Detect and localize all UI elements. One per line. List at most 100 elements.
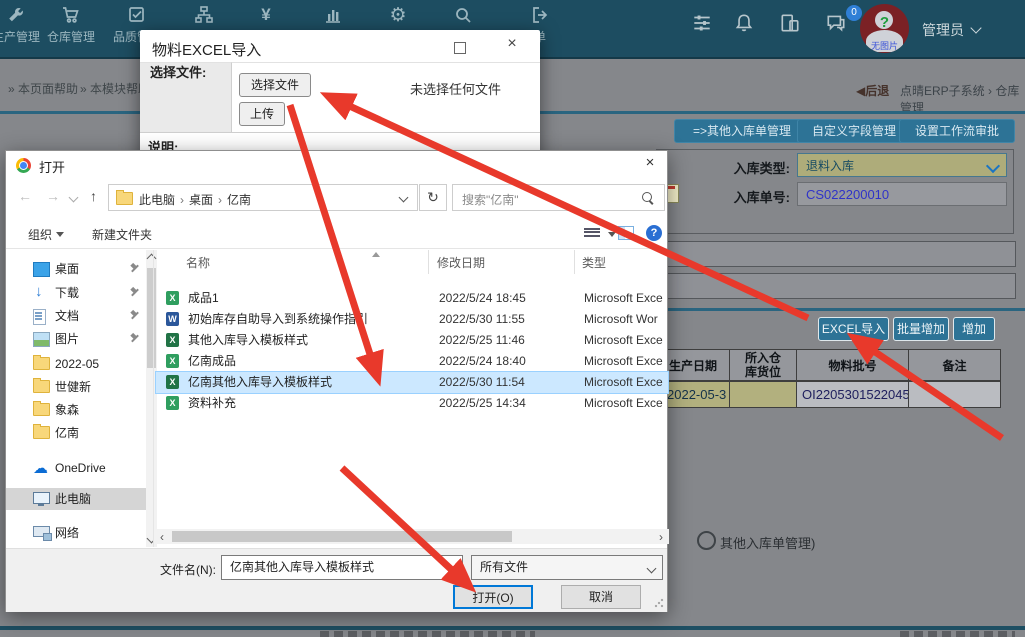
pin-icon — [130, 334, 139, 343]
view-chevron-icon[interactable] — [608, 232, 616, 237]
user-menu[interactable]: 管理员 — [922, 20, 980, 40]
sidebar-item-icon — [33, 262, 50, 277]
sidebar-item[interactable]: 图片 — [6, 328, 146, 350]
nav-search[interactable] — [433, 5, 493, 28]
nav-finance[interactable]: ¥ — [236, 5, 296, 28]
file-row[interactable]: 亿南其他入库导入模板样式 2022/5/30 11:54 Microsoft E… — [156, 372, 668, 393]
open-button[interactable]: 打开(O) — [453, 585, 533, 609]
radio-button[interactable] — [697, 531, 716, 550]
inbound-type-label: 入库类型: — [660, 158, 790, 177]
back-icon: ◀ — [856, 84, 865, 98]
bell-icon — [733, 12, 755, 34]
chat-icon — [825, 12, 847, 34]
preview-pane-icon[interactable] — [618, 226, 634, 240]
nav-settings[interactable]: ⚙ — [368, 5, 428, 28]
yen-icon: ¥ — [261, 5, 270, 24]
excel-import-button[interactable]: EXCEL导入 — [818, 317, 889, 341]
nav-warehouse[interactable]: 仓库管理 — [41, 5, 101, 45]
search-icon — [642, 192, 652, 202]
forward-icon[interactable]: → — [46, 188, 60, 204]
workflow-approve-button[interactable]: 设置工作流审批 — [899, 119, 1015, 143]
file-row[interactable]: 其他入库导入模板样式 2022/5/25 11:46 Microsoft Exc… — [156, 330, 668, 351]
sidebar-item[interactable]: 桌面 — [6, 258, 146, 280]
inbound-no-label: 入库单号: — [660, 187, 790, 206]
close-icon[interactable]: × — [638, 154, 662, 174]
help-icon[interactable]: ? — [646, 225, 662, 241]
sidebar-item[interactable]: 文档 — [6, 305, 146, 327]
gear-icon: ⚙ — [389, 4, 406, 26]
resize-grip[interactable] — [654, 598, 664, 608]
sitemap-icon — [194, 5, 214, 25]
file-row[interactable]: 资料补充 2022/5/25 14:34 Microsoft Exce — [156, 393, 668, 414]
new-folder-button[interactable]: 新建文件夹 — [92, 226, 152, 243]
scroll-left-icon[interactable]: ‹ — [160, 530, 164, 544]
sidebar-item[interactable]: 象森 — [6, 399, 146, 421]
upload-button[interactable]: 上传 — [239, 102, 285, 126]
scroll-right-icon[interactable]: › — [659, 530, 663, 544]
sidebar-item[interactable]: 网络 — [6, 522, 146, 544]
history-chevron-icon[interactable] — [69, 193, 79, 203]
cancel-button[interactable]: 取消 — [561, 585, 641, 609]
filename-input[interactable]: 亿南其他入库导入模板样式 — [221, 555, 463, 580]
custom-fields-button[interactable]: 自定义字段管理 — [797, 119, 911, 143]
inbound-no-field[interactable]: CS022200010 — [797, 182, 1007, 206]
file-type-icon — [166, 396, 179, 410]
section-bar — [650, 241, 1016, 267]
search-icon — [453, 5, 473, 25]
sidebar-item[interactable]: 此电脑 — [6, 488, 146, 510]
clipped-text — [900, 631, 1015, 637]
column-type[interactable]: 类型 — [582, 254, 606, 271]
bar-chart-icon — [323, 5, 343, 25]
scroll-thumb[interactable] — [172, 531, 512, 542]
back-icon[interactable]: ← — [18, 188, 32, 204]
close-icon[interactable]: × — [502, 35, 522, 53]
organize-menu[interactable]: 组织 — [28, 226, 64, 243]
chevron-down-icon — [970, 22, 981, 33]
sidebar-item-icon — [33, 286, 48, 299]
address-folder[interactable]: 亿南 — [227, 193, 251, 207]
address-this-pc[interactable]: 此电脑 — [139, 193, 175, 207]
cell-note[interactable] — [908, 381, 1001, 408]
sidebar-item[interactable]: 下载 — [6, 282, 146, 304]
nav-organization[interactable] — [174, 5, 234, 28]
chevron-down-icon[interactable] — [399, 193, 409, 203]
sidebar-item[interactable]: 亿南 — [6, 422, 146, 444]
page-help-link[interactable]: » 本页面帮助 — [8, 80, 78, 97]
sidebar-item[interactable]: OneDrive — [6, 457, 146, 479]
col-header-location: 所入仓库货位 — [729, 349, 797, 381]
address-desktop[interactable]: 桌面 — [189, 193, 213, 207]
file-list: 名称 修改日期 类型 成品1 2022/5/24 18:45 Microsoft… — [153, 250, 670, 547]
sidebar-item[interactable]: 2022-05 — [6, 353, 146, 375]
clipped-text — [320, 631, 535, 637]
chevron-down-icon — [56, 232, 64, 237]
filetype-select[interactable]: 所有文件 — [471, 555, 663, 580]
column-name[interactable]: 名称 — [186, 254, 210, 271]
file-row[interactable]: 成品1 2022/5/24 18:45 Microsoft Exce — [156, 288, 668, 309]
sidebar-item[interactable]: 世健新 — [6, 376, 146, 398]
back-link[interactable]: ◀后退 — [856, 82, 889, 99]
column-date[interactable]: 修改日期 — [437, 254, 485, 271]
up-icon[interactable]: ↑ — [90, 188, 97, 204]
cell-location[interactable] — [729, 381, 797, 408]
horizontal-scrollbar[interactable]: ‹ › — [154, 529, 669, 544]
address-bar[interactable]: 此电脑›桌面›亿南 — [108, 184, 418, 211]
list-view-icon[interactable] — [584, 227, 600, 240]
avatar[interactable]: ? 无图片 — [860, 4, 909, 53]
inbound-type-select[interactable]: 退料入库 — [797, 153, 1007, 177]
add-button[interactable]: 增加 — [953, 317, 995, 341]
bottom-bar — [0, 626, 1025, 630]
nav-production[interactable]: 生产管理 — [0, 5, 46, 45]
choose-file-button[interactable]: 选择文件 — [239, 73, 311, 97]
file-row[interactable]: 亿南成品 2022/5/24 18:40 Microsoft Exce — [156, 351, 668, 372]
other-inbound-mgmt-button[interactable]: =>其他入库单管理 — [674, 119, 810, 143]
dialog-title: 打开 — [39, 157, 65, 176]
file-type-icon — [166, 375, 179, 389]
dialog-sidebar: 桌面 下载 文档 图片 2022-05 — [6, 250, 153, 547]
nav-reports[interactable] — [303, 5, 363, 28]
cell-batch-no[interactable]: OI2205301522045 — [796, 381, 909, 408]
file-row[interactable]: 初始库存自助导入到系统操作指引 2022/5/30 11:55 Microsof… — [156, 309, 668, 330]
refresh-button[interactable]: ↻ — [419, 184, 447, 211]
maximize-icon[interactable] — [454, 42, 466, 54]
search-input[interactable]: 搜索"亿南" — [452, 184, 665, 211]
batch-add-button[interactable]: 批量增加 — [893, 317, 949, 341]
